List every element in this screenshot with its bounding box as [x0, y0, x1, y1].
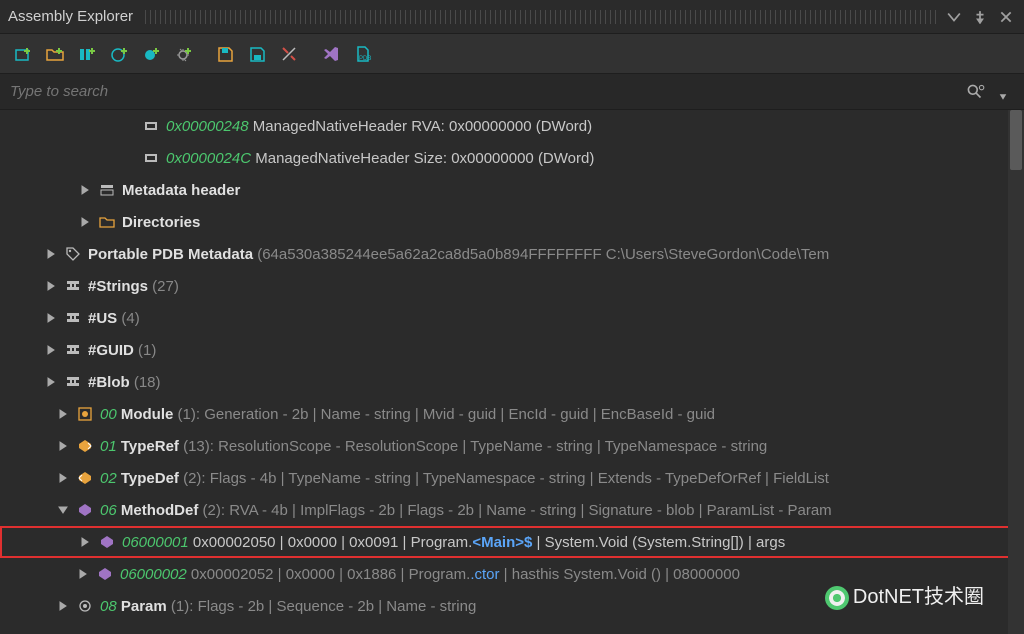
expand-arrow-icon[interactable] [42, 245, 60, 263]
dropdown-icon[interactable] [944, 7, 964, 27]
row-label: 06 MethodDef (2): RVA - 4b | ImplFlags -… [100, 502, 832, 519]
field-icon [142, 117, 160, 135]
row-label: 00 Module (1): Generation - 2b | Name - … [100, 406, 715, 423]
row-label: Directories [122, 214, 200, 231]
pin-icon[interactable] [970, 7, 990, 27]
tree-row[interactable]: 0x00000248 ManagedNativeHeader RVA: 0x00… [0, 110, 1024, 142]
row-label: 01 TypeRef (13): ResolutionScope - Resol… [100, 438, 767, 455]
scrollbar[interactable] [1008, 110, 1024, 634]
row-label: 06000002 0x00002052 | 0x0000 | 0x1886 | … [120, 566, 740, 583]
expand-arrow-icon[interactable] [54, 469, 72, 487]
tree-row[interactable]: 0x0000024C ManagedNativeHeader Size: 0x0… [0, 142, 1024, 174]
expand-arrow-icon[interactable] [54, 597, 72, 615]
typeref-icon [76, 437, 94, 455]
row-label: #Blob (18) [88, 374, 161, 391]
search-options-icon[interactable] [964, 81, 986, 103]
row-label: 0x0000024C ManagedNativeHeader Size: 0x0… [166, 150, 594, 167]
panel-title: Assembly Explorer [8, 8, 145, 25]
save-all-button[interactable] [212, 41, 238, 67]
expand-arrow-icon[interactable] [76, 213, 94, 231]
header-icon [98, 181, 116, 199]
expand-arrow-icon[interactable] [76, 181, 94, 199]
row-label: #US (4) [88, 310, 140, 327]
field-icon [142, 149, 160, 167]
add-url-button[interactable] [106, 41, 132, 67]
row-label: 08 Param (1): Flags - 2b | Sequence - 2b… [100, 598, 476, 615]
tree-row[interactable]: 01 TypeRef (13): ResolutionScope - Resol… [0, 430, 1024, 462]
typedef-icon [76, 469, 94, 487]
param-icon [76, 597, 94, 615]
tree-row[interactable]: 00 Module (1): Generation - 2b | Name - … [0, 398, 1024, 430]
tree-row[interactable]: 02 TypeDef (2): Flags - 4b | TypeName - … [0, 462, 1024, 494]
method-icon [96, 565, 114, 583]
vs-button[interactable] [318, 41, 344, 67]
expand-arrow-icon[interactable] [76, 533, 94, 551]
tree-row[interactable]: 06000001 0x00002050 | 0x0000 | 0x0091 | … [0, 526, 1024, 558]
stream-icon [64, 309, 82, 327]
remove-button[interactable] [276, 41, 302, 67]
titlebar: Assembly Explorer [0, 0, 1024, 34]
row-label: 06000001 0x00002050 | 0x0000 | 0x0091 | … [122, 534, 785, 551]
add-settings-button[interactable] [170, 41, 196, 67]
row-label: #GUID (1) [88, 342, 156, 359]
pin-search-icon[interactable] [992, 81, 1014, 103]
row-label: 0x00000248 ManagedNativeHeader RVA: 0x00… [166, 118, 592, 135]
add-nuget-button[interactable] [74, 41, 100, 67]
stream-icon [64, 277, 82, 295]
scrollbar-thumb[interactable] [1010, 110, 1022, 170]
search-bar [0, 74, 1024, 110]
tree-view[interactable]: 0x00000248 ManagedNativeHeader RVA: 0x00… [0, 110, 1024, 634]
add-assembly-button[interactable] [10, 41, 36, 67]
tree-row[interactable]: Portable PDB Metadata (64a530a385244ee5a… [0, 238, 1024, 270]
search-input[interactable] [10, 83, 958, 100]
titlebar-gripper[interactable] [145, 10, 938, 24]
pdb-button[interactable]: PDB [350, 41, 376, 67]
row-label: Portable PDB Metadata (64a530a385244ee5a… [88, 246, 829, 263]
expand-arrow-icon[interactable] [54, 405, 72, 423]
expand-arrow-icon[interactable] [54, 437, 72, 455]
row-label: 02 TypeDef (2): Flags - 4b | TypeName - … [100, 470, 829, 487]
tree-row[interactable]: #Blob (18) [0, 366, 1024, 398]
expand-arrow-icon[interactable] [42, 309, 60, 327]
toolbar: PDB [0, 34, 1024, 74]
folder-icon [98, 213, 116, 231]
save-button[interactable] [244, 41, 270, 67]
svg-text:PDB: PDB [359, 56, 371, 62]
tree-row[interactable]: #US (4) [0, 302, 1024, 334]
collapse-arrow-icon[interactable] [54, 501, 72, 519]
stream-icon [64, 341, 82, 359]
expand-arrow-icon[interactable] [42, 341, 60, 359]
module-icon [76, 405, 94, 423]
tree-row[interactable]: #Strings (27) [0, 270, 1024, 302]
method-icon [98, 533, 116, 551]
stream-icon [64, 373, 82, 391]
close-icon[interactable] [996, 7, 1016, 27]
tree-row[interactable]: 06 MethodDef (2): RVA - 4b | ImplFlags -… [0, 494, 1024, 526]
expand-arrow-icon[interactable] [74, 565, 92, 583]
row-label: #Strings (27) [88, 278, 179, 295]
method-icon [76, 501, 94, 519]
add-folder-button[interactable] [42, 41, 68, 67]
expand-arrow-icon[interactable] [42, 373, 60, 391]
expand-arrow-icon[interactable] [42, 277, 60, 295]
watermark: DotNET技术圈 [825, 580, 984, 610]
tree-row[interactable]: Directories [0, 206, 1024, 238]
tree-row[interactable]: Metadata header [0, 174, 1024, 206]
add-process-button[interactable] [138, 41, 164, 67]
row-label: Metadata header [122, 182, 240, 199]
tree-row[interactable]: #GUID (1) [0, 334, 1024, 366]
tag-icon [64, 245, 82, 263]
